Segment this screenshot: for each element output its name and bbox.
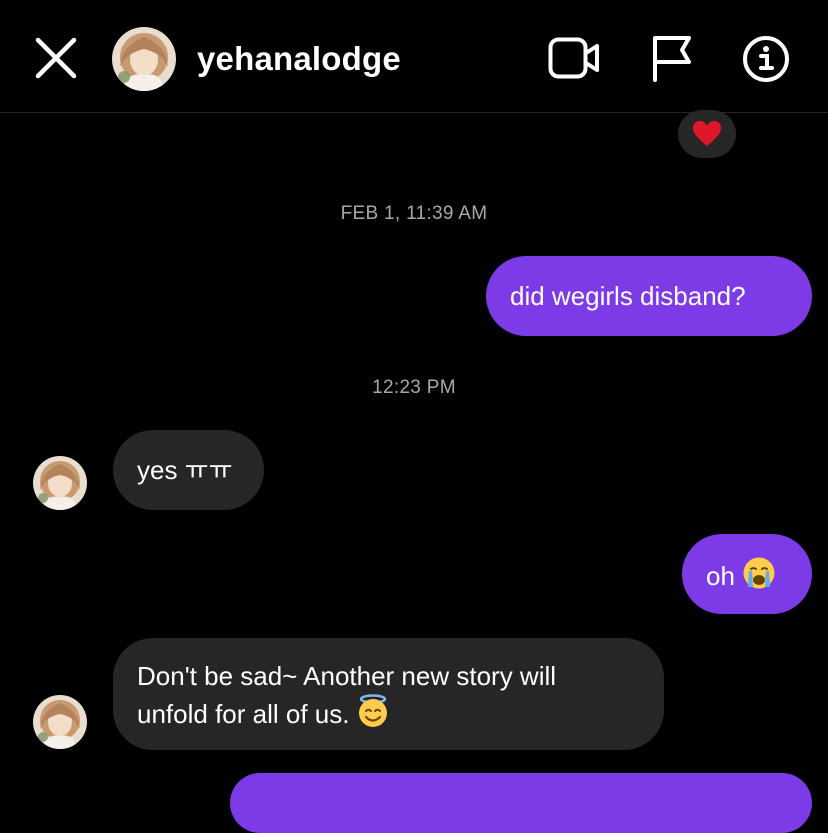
message-outgoing[interactable]: did wegirls disband?	[486, 256, 812, 336]
message-outgoing[interactable]	[230, 773, 812, 833]
sender-avatar[interactable]	[33, 456, 87, 510]
message-text: oh	[706, 561, 735, 591]
message-incoming[interactable]: yes ㅠㅠ	[113, 430, 264, 510]
heart-icon	[693, 121, 721, 146]
header-avatar[interactable]	[112, 27, 176, 91]
message-outgoing[interactable]: oh	[682, 534, 812, 614]
message-text: unfold for all of us.	[137, 699, 350, 729]
crying-face-icon	[743, 557, 775, 589]
video-call-icon[interactable]	[548, 37, 600, 79]
header-username[interactable]: yehanalodge	[197, 40, 401, 78]
message-text-line: Don't be sad~ Another new story will	[137, 661, 557, 691]
info-icon[interactable]	[742, 35, 790, 83]
close-icon[interactable]	[34, 36, 78, 80]
chat-header: yehanalodge	[0, 0, 828, 113]
timestamp: FEB 1, 11:39 AM	[340, 203, 488, 224]
message-text: yes ㅠㅠ	[137, 455, 233, 485]
smiling-face-with-halo-icon	[358, 694, 387, 727]
reaction-badge[interactable]	[678, 110, 736, 158]
message-text: did wegirls disband?	[510, 281, 746, 311]
sender-avatar[interactable]	[33, 695, 87, 749]
message-incoming[interactable]: Don't be sad~ Another new story will unf…	[113, 638, 664, 750]
flag-icon[interactable]	[650, 34, 694, 82]
message-text-line: unfold for all of us.	[137, 694, 664, 732]
timestamp: 12:23 PM	[372, 377, 456, 398]
